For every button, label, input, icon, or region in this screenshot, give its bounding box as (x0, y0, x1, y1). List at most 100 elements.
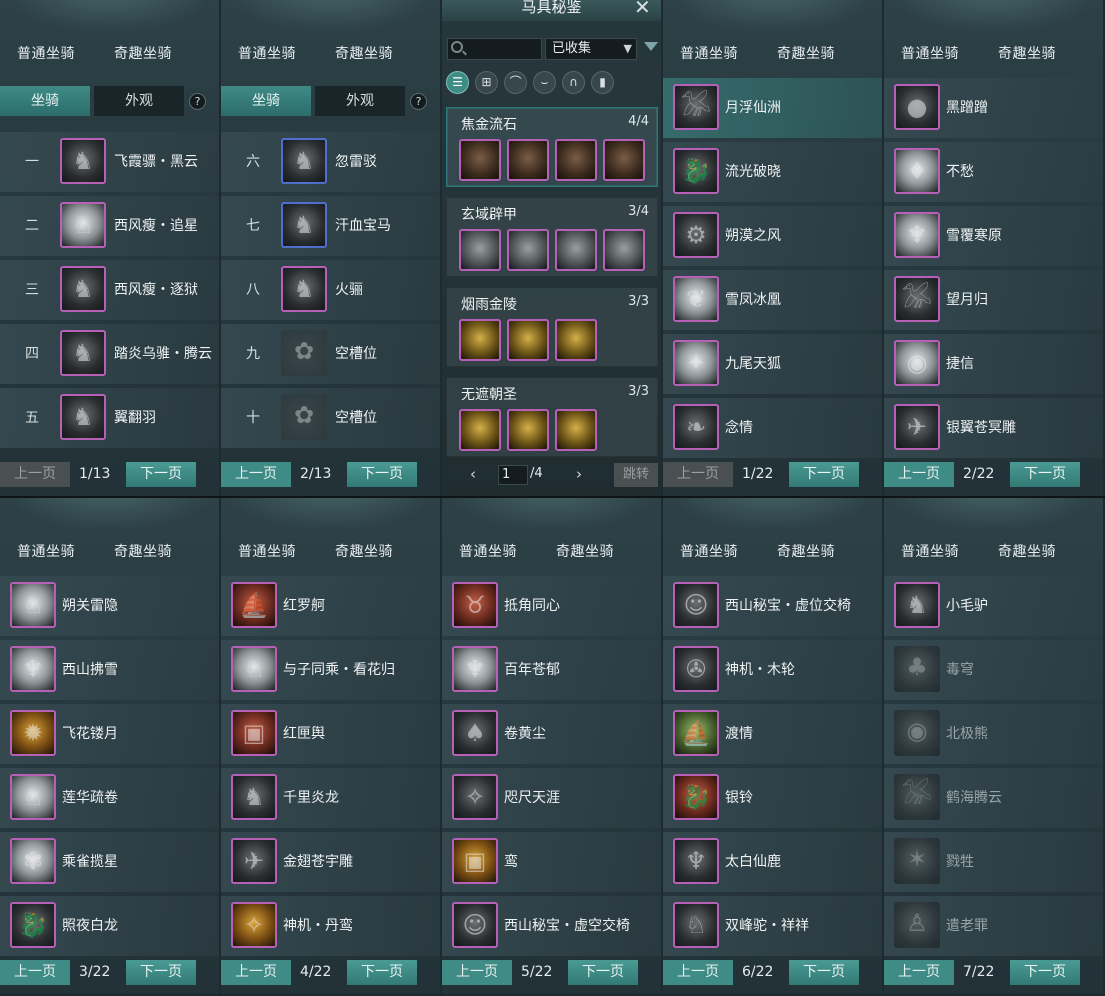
prev-page-button[interactable]: 上一页 (663, 462, 733, 487)
prev-arrow-icon[interactable]: ‹ (470, 465, 476, 483)
mount-row[interactable]: ◉ 捷信 (884, 334, 1103, 394)
saddle-piece-icon[interactable] (507, 319, 549, 361)
saddle-set-group[interactable]: 焦金流石 4/4 (446, 107, 658, 187)
filter-icon[interactable] (644, 42, 658, 51)
saddle-piece-icon[interactable] (555, 409, 597, 451)
mount-row[interactable]: ♆ 百年苍郁 (442, 640, 661, 700)
mount-row[interactable]: ❧ 念情 (663, 398, 882, 458)
saddle-piece-icon[interactable] (459, 409, 501, 451)
mount-row[interactable]: ♘ 莲华疏卷 (0, 768, 219, 828)
help-icon[interactable]: ? (410, 93, 427, 110)
mount-row[interactable]: ✾ 乘雀揽星 (0, 832, 219, 892)
tab-normal-mount[interactable]: 普通坐骑 (459, 541, 517, 561)
tab-normal-mount[interactable]: 普通坐骑 (680, 43, 738, 63)
saddle-piece-icon[interactable] (555, 139, 597, 181)
help-icon[interactable]: ? (189, 93, 206, 110)
mount-row[interactable]: ♞ 千里炎龙 (221, 768, 440, 828)
mount-row[interactable]: ☺ 西山秘宝・虚空交椅 (442, 896, 661, 956)
tab-normal-mount[interactable]: 普通坐骑 (17, 541, 75, 561)
tab-fun-mount[interactable]: 奇趣坐骑 (998, 43, 1056, 63)
saddle-piece-icon[interactable] (459, 229, 501, 271)
mount-row[interactable]: 十 ✿ 空槽位 (221, 388, 440, 448)
mount-row[interactable]: ✦ 九尾天狐 (663, 334, 882, 394)
mount-row[interactable]: 𓅮 月浮仙洲 (663, 78, 882, 138)
saddle-set-group[interactable]: 玄域辟甲 3/4 (446, 197, 658, 277)
close-icon[interactable]: ✕ (634, 0, 651, 17)
mount-row[interactable]: ✶ 戮牲 (884, 832, 1103, 892)
subtab-appearance[interactable]: 外观 (315, 86, 405, 116)
mount-row[interactable]: 二 ♘ 西风瘦・追星 (0, 196, 219, 256)
list-icon[interactable]: ☰ (446, 71, 469, 94)
saddle-piece-icon[interactable] (507, 229, 549, 271)
saddle-piece-icon[interactable] (459, 139, 501, 181)
mount-row[interactable]: 一 ♞ 飞霞骠・黑云 (0, 132, 219, 192)
mount-row[interactable]: ♆ 雪覆寒原 (884, 206, 1103, 266)
next-page-button[interactable]: 下一页 (789, 960, 859, 985)
jump-button[interactable]: 跳转 (614, 463, 658, 487)
next-page-button[interactable]: 下一页 (789, 462, 859, 487)
next-page-button[interactable]: 下一页 (568, 960, 638, 985)
saddle-piece-icon[interactable] (555, 319, 597, 361)
mount-row[interactable]: ♘ 与子同乘・看花归 (221, 640, 440, 700)
tab-fun-mount[interactable]: 奇趣坐骑 (777, 43, 835, 63)
tab-normal-mount[interactable]: 普通坐骑 (901, 43, 959, 63)
collection-filter-select[interactable]: 已收集 ▼ (545, 38, 637, 60)
mount-row[interactable]: 七 ♞ 汗血宝马 (221, 196, 440, 256)
tab-normal-mount[interactable]: 普通坐骑 (901, 541, 959, 561)
mount-row[interactable]: ⚙ 朔漠之风 (663, 206, 882, 266)
mount-row[interactable]: 🐉 银铃 (663, 768, 882, 828)
mount-row[interactable]: ▣ 红匣舆 (221, 704, 440, 764)
saddle-piece-icon[interactable] (555, 229, 597, 271)
saddle-piece-icon[interactable] (507, 139, 549, 181)
mount-row[interactable]: ♠ 卷黄尘 (442, 704, 661, 764)
next-page-button[interactable]: 下一页 (347, 462, 417, 487)
mount-row[interactable]: ♦ 不愁 (884, 142, 1103, 202)
next-page-button[interactable]: 下一页 (1010, 960, 1080, 985)
mount-row[interactable]: ● 黑蹭蹭 (884, 78, 1103, 138)
mount-row[interactable]: ✹ 飞花镂月 (0, 704, 219, 764)
next-page-button[interactable]: 下一页 (126, 462, 196, 487)
tab-normal-mount[interactable]: 普通坐骑 (238, 43, 296, 63)
mount-row[interactable]: ♆ 太白仙鹿 (663, 832, 882, 892)
mount-row[interactable]: 🐉 流光破晓 (663, 142, 882, 202)
mount-row[interactable]: ✈ 金翅苍宇雕 (221, 832, 440, 892)
grid-icon[interactable]: ⊞ (475, 71, 498, 94)
prev-page-button[interactable]: 上一页 (221, 960, 291, 985)
stirrup-icon[interactable]: ⌣ (533, 71, 556, 94)
subtab-mount[interactable]: 坐骑 (0, 86, 90, 116)
prev-page-button[interactable]: 上一页 (884, 960, 954, 985)
mount-row[interactable]: ♘ 朔关雷隐 (0, 576, 219, 636)
mount-row[interactable]: ⛵ 渡情 (663, 704, 882, 764)
tab-fun-mount[interactable]: 奇趣坐骑 (114, 43, 172, 63)
tab-normal-mount[interactable]: 普通坐骑 (17, 43, 75, 63)
prev-page-button[interactable]: 上一页 (221, 462, 291, 487)
horseshoe-icon[interactable]: ∩ (562, 71, 585, 94)
armor-icon[interactable]: ▮ (591, 71, 614, 94)
mount-row[interactable]: ✈ 银翼苍冥雕 (884, 398, 1103, 458)
subtab-mount[interactable]: 坐骑 (221, 86, 311, 116)
mount-row[interactable]: ✧ 咫尺天涯 (442, 768, 661, 828)
prev-page-button[interactable]: 上一页 (0, 960, 70, 985)
mount-row[interactable]: 𓅮 鹤海腾云 (884, 768, 1103, 828)
mount-row[interactable]: ♣ 毒穹 (884, 640, 1103, 700)
mount-row[interactable]: ⛵ 红罗舸 (221, 576, 440, 636)
subtab-appearance[interactable]: 外观 (94, 86, 184, 116)
saddle-piece-icon[interactable] (459, 319, 501, 361)
mount-row[interactable]: 𓅮 望月归 (884, 270, 1103, 330)
mount-row[interactable]: ▣ 鸾 (442, 832, 661, 892)
next-page-button[interactable]: 下一页 (347, 960, 417, 985)
mount-row[interactable]: 五 ♞ 翼翻羽 (0, 388, 219, 448)
saddle-piece-icon[interactable] (603, 139, 645, 181)
mount-row[interactable]: ♞ 小毛驴 (884, 576, 1103, 636)
mount-row[interactable]: 八 ♞ 火骊 (221, 260, 440, 320)
mount-row[interactable]: 六 ♞ 忽雷驳 (221, 132, 440, 192)
mount-row[interactable]: ♙ 遣老罪 (884, 896, 1103, 956)
tab-fun-mount[interactable]: 奇趣坐骑 (998, 541, 1056, 561)
tab-normal-mount[interactable]: 普通坐骑 (680, 541, 738, 561)
mount-row[interactable]: 四 ♞ 踏炎乌骓・腾云 (0, 324, 219, 384)
tab-fun-mount[interactable]: 奇趣坐骑 (777, 541, 835, 561)
mount-row[interactable]: ♉ 抵角同心 (442, 576, 661, 636)
mount-row[interactable]: ☺ 西山秘宝・虚位交椅 (663, 576, 882, 636)
next-page-button[interactable]: 下一页 (1010, 462, 1080, 487)
saddle-piece-icon[interactable] (603, 229, 645, 271)
